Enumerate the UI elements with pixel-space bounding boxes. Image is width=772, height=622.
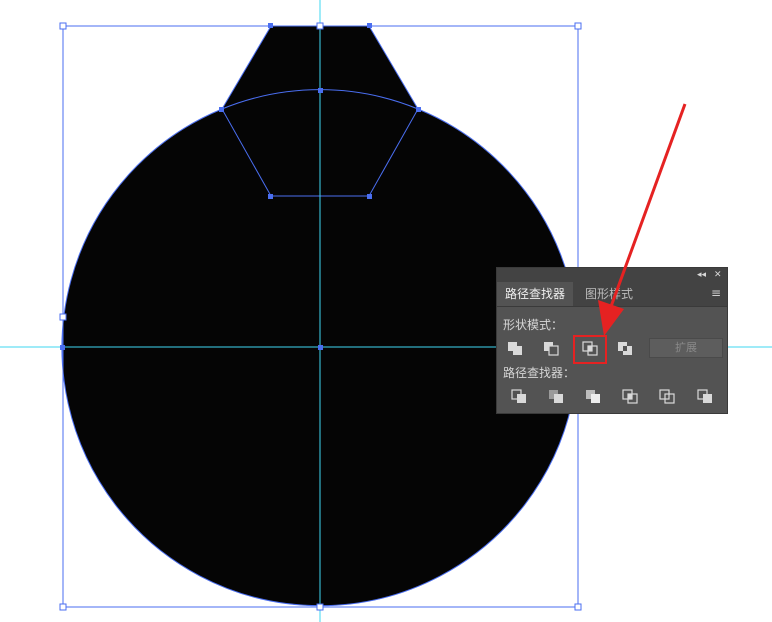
bbox-handle-top-left[interactable] — [59, 22, 67, 30]
minus-front-icon[interactable] — [541, 339, 561, 357]
anchor-point[interactable] — [367, 23, 372, 28]
merge-icon[interactable] — [583, 387, 603, 405]
shape-modes-label: 形状模式： — [503, 318, 564, 332]
pathfinder-panel: ◂◂ ✕ 路径查找器 图形样式 ≡ 形状模式： 扩展 路径查找器： — [496, 267, 728, 414]
anchor-point[interactable] — [268, 194, 273, 199]
bbox-handle-top-center[interactable] — [316, 22, 324, 30]
bbox-handle-bottom-right[interactable] — [574, 603, 582, 611]
pathfinders-label: 路径查找器： — [503, 366, 576, 380]
bbox-handle-top-right[interactable] — [574, 22, 582, 30]
bbox-handle-bottom-left[interactable] — [59, 603, 67, 611]
double-chevron-left-icon[interactable]: ◂◂ — [697, 268, 706, 282]
trim-icon[interactable] — [546, 387, 566, 405]
anchor-point[interactable] — [367, 194, 372, 199]
divide-icon[interactable] — [509, 387, 529, 405]
crop-icon[interactable] — [620, 387, 640, 405]
anchor-point[interactable] — [318, 345, 323, 350]
exclude-icon[interactable] — [615, 339, 635, 357]
panel-titlebar[interactable]: ◂◂ ✕ — [497, 268, 727, 282]
anchor-point[interactable] — [318, 88, 323, 93]
bbox-handle-bottom-center[interactable] — [316, 603, 324, 611]
anchor-point[interactable] — [416, 107, 421, 112]
tab-pathfinder[interactable]: 路径查找器 — [497, 282, 574, 306]
tab-graphic-styles[interactable]: 图形样式 — [577, 282, 641, 306]
anchor-point[interactable] — [60, 345, 65, 350]
unite-icon[interactable] — [505, 339, 525, 357]
panel-tabs: 路径查找器 图形样式 ≡ — [497, 282, 727, 307]
bbox-handle-middle-left[interactable] — [59, 313, 67, 321]
minus-back-icon[interactable] — [695, 387, 715, 405]
hamburger-menu-icon[interactable]: ≡ — [711, 286, 721, 300]
anchor-point[interactable] — [268, 23, 273, 28]
anchor-point[interactable] — [219, 107, 224, 112]
annotation-highlight-box — [573, 335, 607, 364]
close-icon[interactable]: ✕ — [714, 268, 722, 282]
expand-button[interactable]: 扩展 — [649, 338, 723, 358]
outline-icon[interactable] — [657, 387, 677, 405]
